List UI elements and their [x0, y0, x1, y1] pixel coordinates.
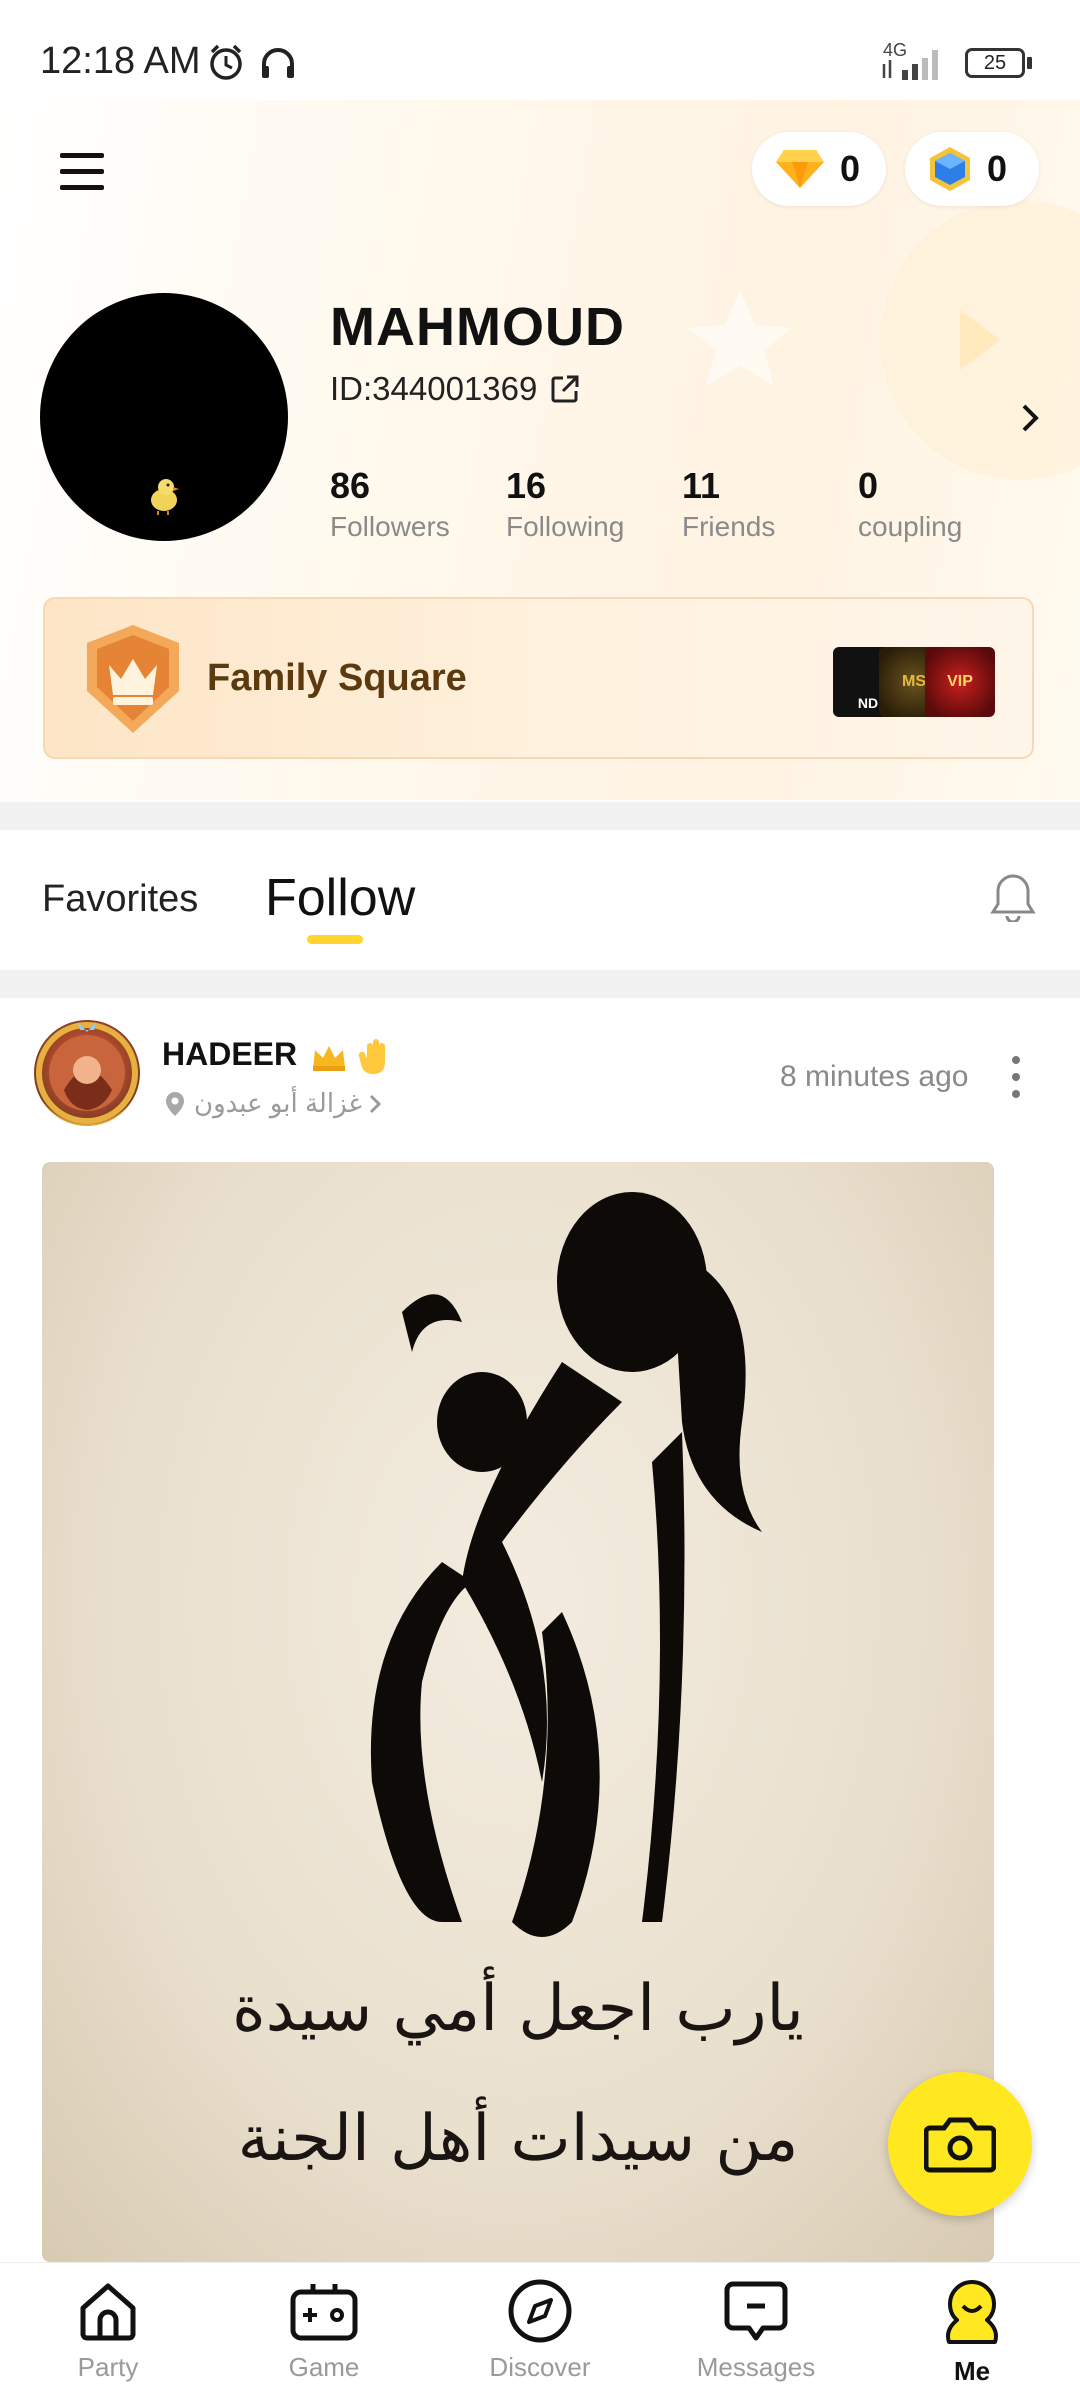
header-decoration — [688, 200, 1080, 480]
gem-count: 0 — [987, 148, 1008, 189]
post-location-text: غزالة أبو عبدون — [194, 1088, 363, 1118]
battery-level: 25 — [983, 51, 1007, 74]
tab-follow[interactable]: Follow — [265, 868, 415, 928]
share-icon[interactable] — [549, 373, 581, 405]
gamepad-icon — [290, 2284, 358, 2341]
mascot-icon — [946, 2280, 998, 2344]
nav-game[interactable]: Game — [244, 2278, 404, 2383]
nav-label: Party — [77, 2352, 139, 2382]
nav-party[interactable]: Party — [28, 2278, 188, 2383]
gem-balance[interactable]: 0 — [905, 132, 1039, 206]
status-bar: 12:18 AM 4G 25 — [0, 0, 1080, 100]
nav-label: Game — [288, 2352, 360, 2382]
family-square-label: Family Square — [207, 657, 467, 699]
stat-friends[interactable]: 11 Friends — [682, 465, 842, 543]
status-time: 12:18 AM — [40, 40, 201, 82]
section-divider — [0, 802, 1080, 830]
post-author-name: HADEER — [162, 1036, 298, 1072]
chevron-right-icon — [369, 1094, 382, 1113]
nav-label: Discover — [489, 2352, 591, 2382]
post-image[interactable]: يارب اجعل أمي سيدة من سيدات أهل الجنة — [42, 1162, 994, 2262]
home-icon — [80, 2283, 136, 2341]
post-author-row[interactable]: HADEER — [162, 1036, 393, 1076]
bell-icon[interactable] — [990, 872, 1036, 922]
battery-indicator: 25 — [965, 48, 1025, 78]
chevron-right-icon[interactable] — [1018, 402, 1042, 434]
post-timestamp: 8 minutes ago — [780, 1060, 969, 1093]
message-icon — [724, 2281, 788, 2341]
crown-icon — [313, 1045, 346, 1071]
crown-shield-icon — [87, 625, 179, 733]
alarm-icon — [210, 44, 242, 80]
stat-coupling[interactable]: 0 coupling — [858, 465, 1018, 543]
nav-discover[interactable]: Discover — [460, 2278, 620, 2383]
hand-wave-icon — [358, 1038, 385, 1074]
family-square-card[interactable]: Family Square ND MS VIP — [43, 597, 1034, 759]
image-caption-line1: يارب اجعل أمي سيدة — [232, 1972, 804, 2046]
nav-label: Messages — [696, 2352, 816, 2382]
profile-id: ID:344001369 — [330, 370, 538, 407]
stat-label: Following — [506, 511, 625, 542]
location-pin-icon — [166, 1091, 184, 1116]
more-options-icon[interactable] — [1004, 1052, 1028, 1102]
tab-favorites[interactable]: Favorites — [42, 878, 198, 921]
stat-label: coupling — [858, 511, 963, 542]
post-author-avatar[interactable] — [34, 1020, 140, 1126]
post-location[interactable]: غزالة أبو عبدون — [164, 1088, 382, 1119]
avatar-frame — [36, 1022, 138, 1124]
family-badge-label: VIP — [947, 673, 973, 690]
signal-icon — [882, 50, 938, 80]
stat-following[interactable]: 16 Following — [506, 465, 666, 543]
diamond-count: 0 — [840, 148, 861, 189]
compass-icon — [508, 2279, 572, 2343]
camera-icon — [924, 2117, 996, 2173]
profile-avatar[interactable] — [40, 293, 288, 541]
stat-value: 86 — [330, 465, 371, 506]
headphones-icon — [262, 48, 294, 78]
menu-icon[interactable] — [58, 150, 108, 194]
stat-value: 11 — [682, 465, 721, 506]
nav-label: Me — [953, 2356, 991, 2386]
profile-username: MAHMOUD — [330, 297, 625, 357]
chick-icon — [151, 479, 179, 515]
stat-value: 0 — [858, 465, 879, 506]
family-badge-label: MS — [902, 673, 926, 690]
nav-messages[interactable]: Messages — [676, 2278, 836, 2383]
diamond-balance[interactable]: 0 — [752, 132, 886, 206]
diamond-icon — [776, 150, 824, 188]
family-badge: VIP — [925, 647, 995, 717]
camera-button[interactable] — [888, 2072, 1032, 2216]
stat-label: Followers — [330, 511, 450, 542]
image-caption-line2: من سيدات أهل الجنة — [237, 2102, 799, 2176]
family-badge-label: ND — [857, 695, 879, 711]
mother-child-silhouette — [370, 1192, 762, 1937]
section-divider — [0, 970, 1080, 998]
profile-id-row[interactable]: ID:344001369 — [330, 370, 581, 408]
stat-label: Friends — [682, 511, 776, 542]
stat-value: 16 — [506, 465, 547, 506]
stat-followers[interactable]: 86 Followers — [330, 465, 490, 543]
tab-active-indicator — [307, 935, 363, 944]
gem-icon — [930, 147, 970, 191]
battery-tip — [1027, 57, 1032, 69]
nav-me[interactable]: Me — [892, 2278, 1052, 2387]
